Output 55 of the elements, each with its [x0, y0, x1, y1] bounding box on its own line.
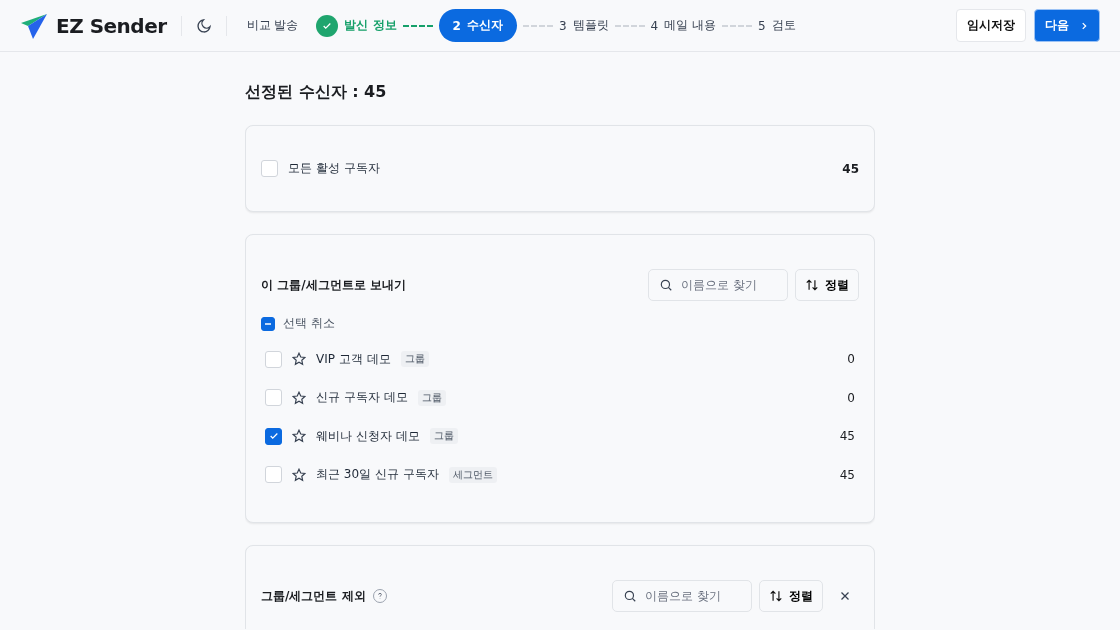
type-tag: 그룹	[417, 389, 446, 406]
section-title: 그룹/세그먼트 제외	[261, 587, 366, 605]
step-tab[interactable]: 3 템플릿	[558, 17, 609, 34]
section-title: 이 그룹/세그먼트로 보내기	[261, 276, 406, 294]
checkbox[interactable]	[265, 427, 282, 445]
member-count: 0	[847, 352, 855, 367]
group-name: VIP 고객 데모	[316, 350, 391, 368]
step-tab[interactable]: 5 검토	[758, 17, 796, 34]
option-label: 모든 활성 구독자	[288, 160, 380, 177]
step-number: 2	[452, 18, 461, 33]
sort-button[interactable]: 정렬	[795, 269, 859, 301]
member-count: 0	[847, 390, 855, 405]
check-icon	[322, 20, 333, 31]
step-label: 메일 내용	[664, 17, 717, 34]
page-title: 선정된 수신자 : 45	[245, 82, 388, 103]
chevron-right-icon	[1079, 20, 1089, 31]
star-icon[interactable]	[292, 429, 306, 444]
member-count: 45	[839, 429, 855, 444]
search-field[interactable]: 이름으로 찾기	[612, 580, 752, 612]
brand-name: EZ Sender	[56, 13, 167, 38]
star-icon[interactable]	[292, 352, 306, 367]
step-number: 4	[650, 18, 659, 33]
star-icon[interactable]	[292, 390, 306, 405]
check-icon	[268, 431, 279, 442]
step-tab[interactable]: 2 수신자	[438, 9, 517, 42]
sort-icon	[769, 589, 783, 603]
step-label: 수신자	[466, 17, 503, 34]
deselect-label[interactable]: 선택 취소	[283, 315, 335, 332]
group-name: 최근 30일 신규 구독자	[316, 466, 439, 484]
type-tag: 세그먼트	[448, 466, 497, 483]
group-name: 웨비나 신청자 데모	[316, 427, 420, 445]
subscriber-count: 45	[842, 161, 859, 176]
search-icon	[623, 589, 637, 603]
moon-icon[interactable]	[195, 17, 212, 34]
sort-button[interactable]: 정렬	[759, 580, 823, 612]
step-label: 템플릿	[572, 17, 609, 34]
next-button[interactable]: 다음	[1034, 9, 1100, 42]
deselect-checkbox[interactable]	[261, 316, 275, 331]
member-count: 45	[839, 467, 855, 482]
type-tag: 그룹	[400, 351, 429, 368]
sort-icon	[805, 278, 819, 292]
group-name: 신규 구독자 데모	[316, 389, 408, 407]
save-draft-button[interactable]: 임시저장	[956, 9, 1026, 42]
step-label: 검토	[771, 17, 796, 34]
compare-send-link[interactable]: 비교 발송	[246, 17, 299, 34]
step-number: 5	[758, 18, 766, 33]
step-tab[interactable]: 4 메일 내용	[650, 17, 717, 34]
type-tag: 그룹	[429, 428, 458, 445]
close-icon[interactable]	[839, 590, 851, 602]
step-label: 발신 정보	[344, 17, 397, 34]
search-icon	[659, 278, 673, 292]
search-field[interactable]: 이름으로 찾기	[648, 269, 788, 301]
paper-plane-logo-icon	[20, 11, 48, 40]
star-icon[interactable]	[292, 467, 306, 482]
step-number: 3	[558, 18, 567, 33]
